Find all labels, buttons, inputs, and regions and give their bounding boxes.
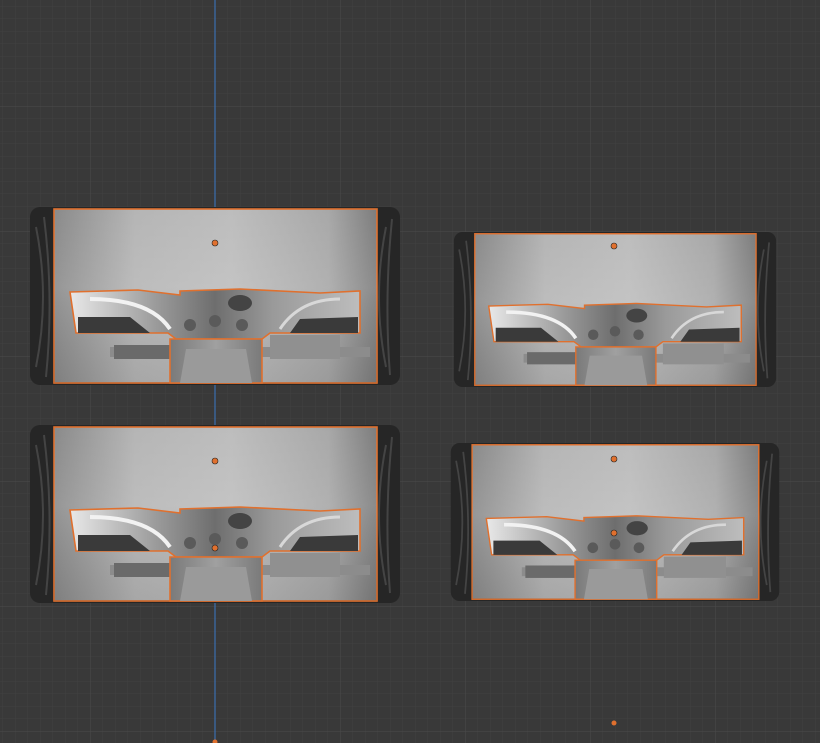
origin-point-icon [610,455,618,463]
3d-viewport[interactable] [0,0,820,743]
wheel-front-right[interactable] [451,230,779,389]
origin-point-icon [211,544,219,552]
wheel-rear-right[interactable] [448,441,782,603]
wheel-rear-left[interactable] [28,423,402,605]
origin-point-icon [611,720,617,726]
origin-point-icon [211,239,219,247]
origin-point-icon [211,457,219,465]
origin-point-icon [610,529,618,537]
wheel-front-left[interactable] [28,205,402,387]
origin-point-icon [610,242,618,250]
